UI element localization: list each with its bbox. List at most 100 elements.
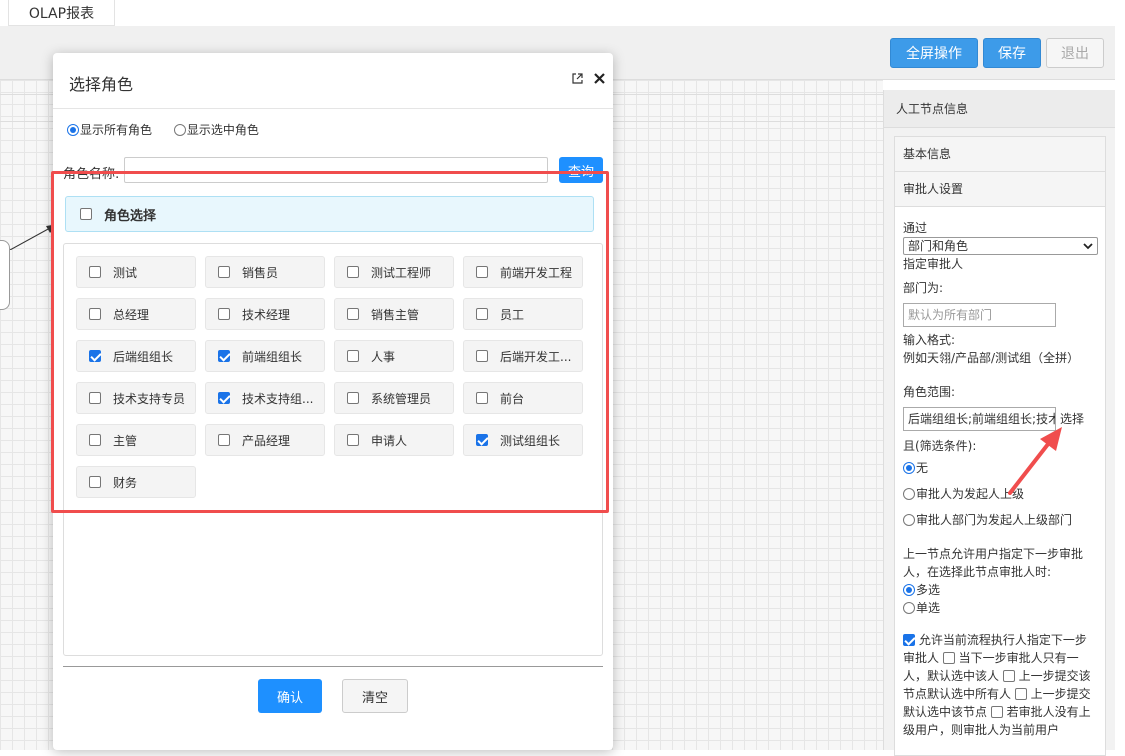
section-basic-info[interactable]: 基本信息 bbox=[895, 137, 1105, 172]
role-checkbox[interactable] bbox=[476, 308, 488, 320]
role-item[interactable]: 前端组组长 bbox=[205, 340, 325, 372]
only-one-checkbox[interactable] bbox=[942, 652, 955, 664]
role-checkbox[interactable] bbox=[347, 392, 359, 404]
role-item[interactable]: 系统管理员 bbox=[334, 382, 454, 414]
role-item[interactable]: 技术经理 bbox=[205, 298, 325, 330]
role-checkbox[interactable] bbox=[476, 266, 488, 278]
role-item[interactable]: 前台 bbox=[463, 382, 583, 414]
annotation-arrow bbox=[1008, 427, 1062, 495]
role-item[interactable]: 员工 bbox=[463, 298, 583, 330]
role-name-input[interactable] bbox=[124, 157, 548, 183]
role-item[interactable]: 主管 bbox=[76, 424, 196, 456]
role-checkbox[interactable] bbox=[89, 308, 101, 320]
role-checkbox[interactable] bbox=[347, 308, 359, 320]
close-icon[interactable] bbox=[594, 73, 605, 88]
role-checkbox[interactable] bbox=[347, 266, 359, 278]
show-all-radio[interactable] bbox=[67, 124, 79, 136]
role-search-row: 角色名称: 查询 bbox=[63, 157, 603, 185]
select-all-checkbox[interactable] bbox=[80, 208, 92, 220]
role-checkbox[interactable] bbox=[476, 434, 488, 446]
role-checkbox[interactable] bbox=[89, 266, 101, 278]
role-item[interactable]: 申请人 bbox=[334, 424, 454, 456]
format-example: 例如天翎/产品部/测试组（全拼） bbox=[903, 351, 1080, 365]
role-checkbox[interactable] bbox=[347, 350, 359, 362]
role-checkbox[interactable] bbox=[89, 392, 101, 404]
role-item[interactable]: 测试 bbox=[76, 256, 196, 288]
role-item[interactable]: 总经理 bbox=[76, 298, 196, 330]
role-item[interactable]: 产品经理 bbox=[205, 424, 325, 456]
role-checkbox[interactable] bbox=[218, 266, 230, 278]
role-checkbox[interactable] bbox=[218, 434, 230, 446]
role-label: 技术支持专员 bbox=[113, 391, 186, 406]
clear-button[interactable]: 清空 bbox=[342, 679, 408, 713]
dialog-title: 选择角色 bbox=[69, 75, 134, 94]
role-item[interactable]: 测试组组长 bbox=[463, 424, 583, 456]
no-approver-checkbox[interactable] bbox=[990, 706, 1003, 718]
role-checkbox[interactable] bbox=[218, 392, 230, 404]
role-checkbox[interactable] bbox=[347, 434, 359, 446]
confirm-button[interactable]: 确认 bbox=[258, 679, 322, 713]
role-select-all-header[interactable]: 角色选择 bbox=[65, 196, 594, 232]
submit-all-checkbox[interactable] bbox=[1002, 670, 1015, 682]
role-label: 后端开发工... bbox=[500, 349, 572, 364]
role-item[interactable]: 销售员 bbox=[205, 256, 325, 288]
tab-olap-report[interactable]: OLAP报表 bbox=[8, 0, 115, 26]
role-checkbox[interactable] bbox=[89, 476, 101, 488]
role-checkbox[interactable] bbox=[218, 350, 230, 362]
single-select-label: 单选 bbox=[916, 601, 941, 615]
allow-assign-checkbox[interactable] bbox=[903, 634, 915, 646]
role-label: 产品经理 bbox=[242, 433, 291, 448]
radio-icon[interactable] bbox=[903, 462, 915, 474]
pass-select[interactable]: 部门和角色 bbox=[903, 237, 1098, 255]
role-item[interactable]: 测试工程师 bbox=[334, 256, 454, 288]
radio-icon[interactable] bbox=[903, 514, 915, 526]
advanced-options: 允许当前流程执行人指定下一步审批人 当下一步审批人只有一人，默认选中该人 上一步… bbox=[903, 631, 1097, 739]
fullscreen-button[interactable]: 全屏操作 bbox=[890, 38, 978, 68]
role-label: 销售主管 bbox=[371, 307, 420, 322]
role-item[interactable]: 前端开发工程 bbox=[463, 256, 583, 288]
role-item[interactable]: 后端组组长 bbox=[76, 340, 196, 372]
save-button[interactable]: 保存 bbox=[983, 38, 1041, 68]
role-label: 技术支持组... bbox=[242, 391, 314, 406]
filter-option-2[interactable]: 审批人部门为发起人上级部门 bbox=[903, 511, 1097, 529]
workflow-node[interactable] bbox=[0, 240, 10, 310]
role-item[interactable]: 销售主管 bbox=[334, 298, 454, 330]
radio-icon[interactable] bbox=[903, 584, 915, 596]
exit-button[interactable]: 退出 bbox=[1046, 38, 1104, 68]
role-label: 人事 bbox=[371, 349, 396, 364]
role-item[interactable]: 后端开发工... bbox=[463, 340, 583, 372]
role-item[interactable]: 财务 bbox=[76, 466, 196, 498]
role-label: 前台 bbox=[500, 391, 525, 406]
format-label: 输入格式: bbox=[903, 333, 956, 347]
maximize-icon[interactable] bbox=[572, 73, 583, 88]
show-selected-radio[interactable] bbox=[173, 124, 186, 136]
section-approver-settings[interactable]: 审批人设置 bbox=[895, 172, 1105, 207]
show-all-label: 显示所有角色 bbox=[80, 123, 153, 137]
pass-label: 通过 bbox=[903, 221, 928, 235]
role-checkbox[interactable] bbox=[89, 434, 101, 446]
role-item[interactable]: 人事 bbox=[334, 340, 454, 372]
submit-node-checkbox[interactable] bbox=[1014, 688, 1027, 700]
role-checkbox[interactable] bbox=[218, 308, 230, 320]
role-item[interactable]: 技术支持组... bbox=[205, 382, 325, 414]
single-select-option[interactable]: 单选 bbox=[903, 599, 1097, 617]
radio-icon[interactable] bbox=[903, 602, 915, 614]
query-button[interactable]: 查询 bbox=[559, 157, 603, 183]
role-label: 测试工程师 bbox=[371, 265, 432, 280]
role-checkbox[interactable] bbox=[89, 350, 101, 362]
pass-select-value: 部门和角色 bbox=[908, 239, 969, 253]
role-checkbox[interactable] bbox=[476, 350, 488, 362]
role-name-label: 角色名称: bbox=[63, 167, 120, 182]
panel-title: 人工节点信息 bbox=[884, 90, 1115, 128]
radio-icon[interactable] bbox=[903, 488, 915, 500]
role-label: 销售员 bbox=[242, 265, 279, 280]
role-checkbox[interactable] bbox=[476, 392, 488, 404]
role-range-label: 角色范围: bbox=[903, 385, 956, 399]
dept-input[interactable]: 默认为所有部门 bbox=[903, 303, 1056, 327]
role-label: 员工 bbox=[500, 307, 525, 322]
role-item[interactable]: 技术支持专员 bbox=[76, 382, 196, 414]
role-label: 前端开发工程 bbox=[500, 265, 573, 280]
multi-select-option[interactable]: 多选 bbox=[903, 581, 1097, 599]
filter-option-2-label: 审批人部门为发起人上级部门 bbox=[916, 513, 1073, 527]
role-label: 前端组组长 bbox=[242, 349, 303, 364]
